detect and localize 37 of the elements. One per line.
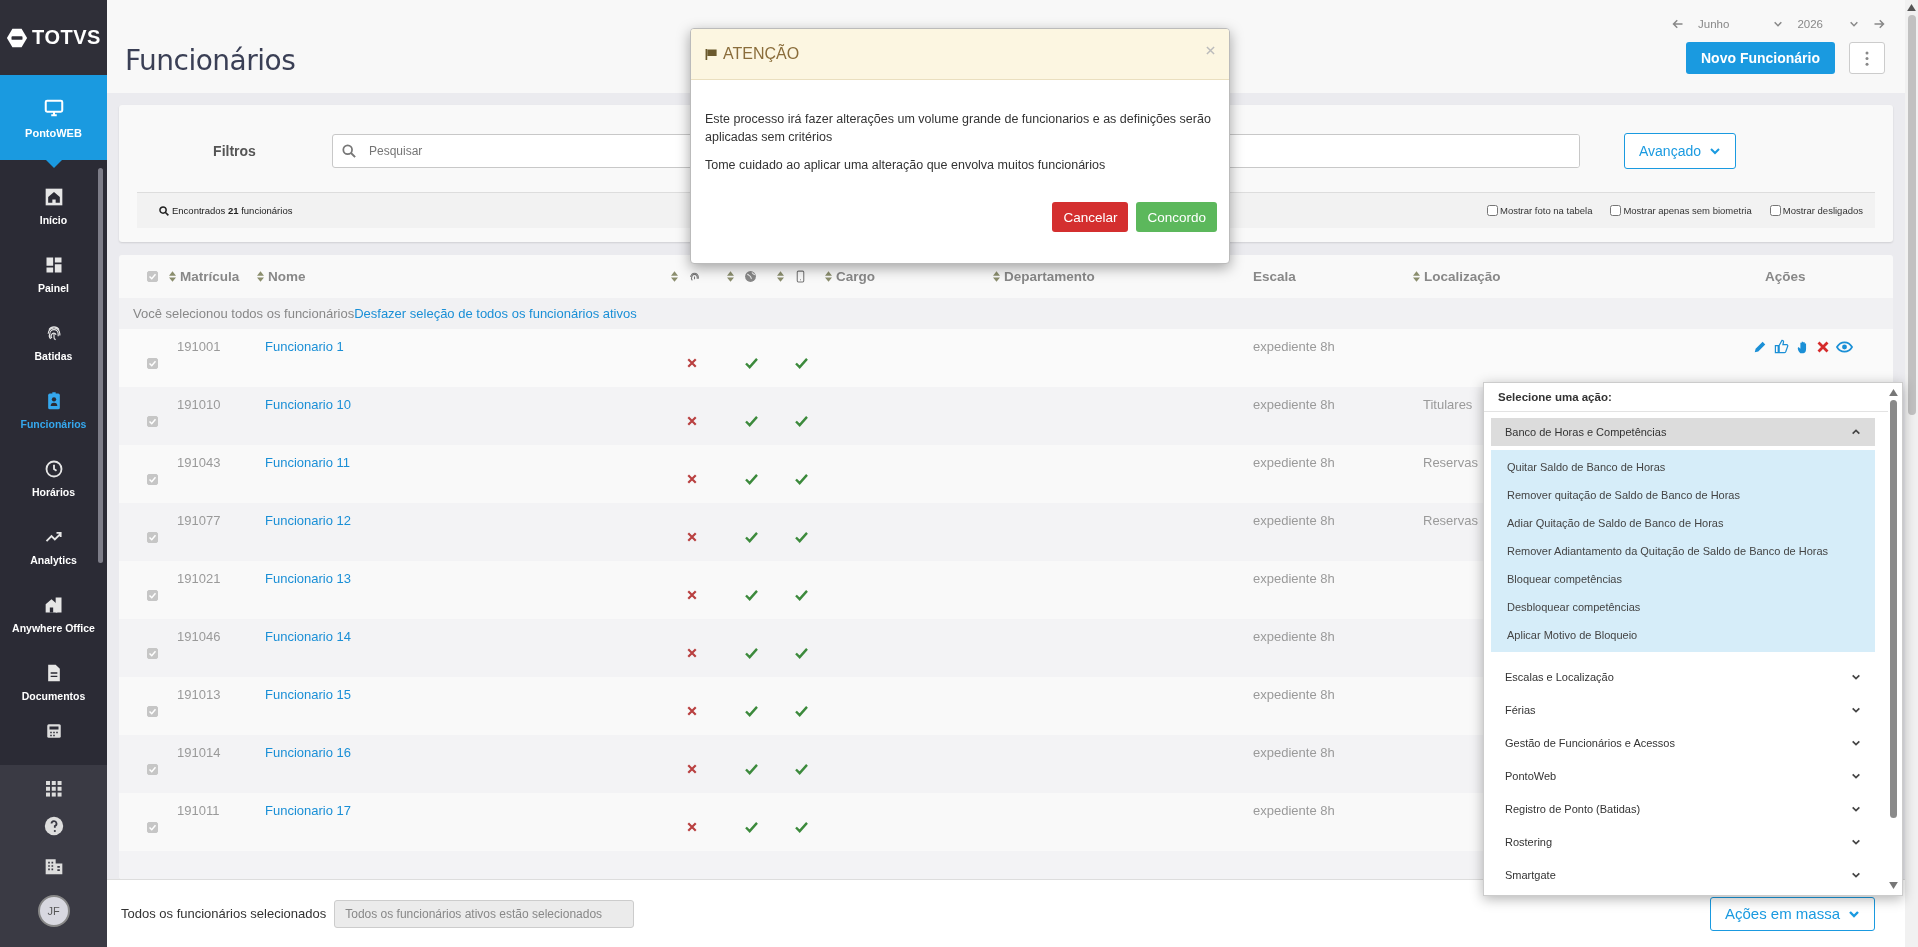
table-cell: expediente 8h xyxy=(1253,513,1335,528)
table-cell: 191010 xyxy=(177,397,221,412)
table-cell: 191011 xyxy=(177,803,220,818)
table-cell: 191001 xyxy=(177,339,221,354)
table-cell: 191046 xyxy=(177,629,221,644)
table-cell: 191077 xyxy=(177,513,221,528)
dialog-message: Tome cuidado ao aplicar uma alteração que envolva muitos funcionários xyxy=(705,157,1107,175)
column-header: Escala xyxy=(1253,269,1296,284)
table-cell: Reservas xyxy=(1423,455,1478,470)
table-cell: expediente 8h xyxy=(1253,397,1335,412)
filter-label: Filtros xyxy=(212,143,257,159)
page-title: Funcionários xyxy=(125,44,296,79)
table-cell: expediente 8h xyxy=(1253,339,1335,354)
option-label: Mostrar apenas sem biometria xyxy=(1623,205,1752,216)
table-cell: 191013 xyxy=(177,687,221,702)
selection-notice: Você selecionou todos os funcionários xyxy=(133,306,355,321)
menu-title: Selecione uma ação: xyxy=(1484,383,1888,412)
dialog-message: Este processo irá fazer alterações um volume grande de funcionarios e as definições serão aplicadas sem critérios xyxy=(705,111,1212,147)
table-cell: expediente 8h xyxy=(1253,629,1335,644)
table-cell: expediente 8h xyxy=(1253,745,1335,760)
table-cell: 191021 xyxy=(177,571,221,586)
table-cell: expediente 8h xyxy=(1253,455,1335,470)
table-cell: Reservas xyxy=(1423,513,1478,528)
table-cell: 191043 xyxy=(177,455,221,470)
table-cell: 191014 xyxy=(177,745,221,760)
option-label: Mostrar foto na tabela xyxy=(1500,205,1593,216)
selection-label: Todos os funcionários selecionados xyxy=(121,906,327,921)
table-cell: expediente 8h xyxy=(1253,571,1335,586)
app-label: PontoWEB xyxy=(25,126,82,139)
totvs-logo: TOTVS xyxy=(6,26,101,49)
results-count: Encontrados 21 funcionários xyxy=(172,205,293,216)
dialog-title: ATENÇÃO xyxy=(723,45,800,63)
table-cell: expediente 8h xyxy=(1253,803,1335,818)
table-cell: expediente 8h xyxy=(1253,687,1335,702)
table-cell: Titulares xyxy=(1423,397,1473,412)
column-header: Ações xyxy=(1765,269,1806,284)
option-label: Mostrar desligados xyxy=(1782,205,1863,216)
